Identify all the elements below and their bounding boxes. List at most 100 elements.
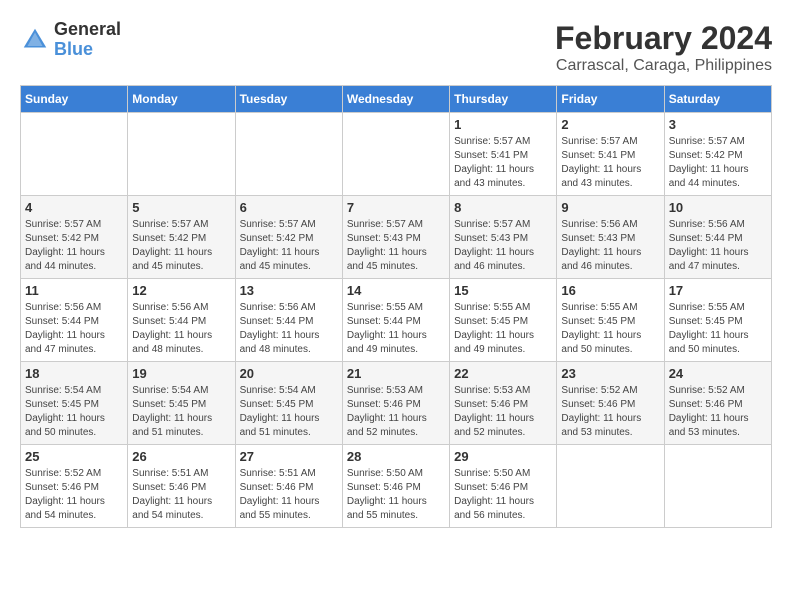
logo-line2: Blue <box>54 40 121 60</box>
calendar-cell: 6 Sunrise: 5:57 AM Sunset: 5:42 PM Daylig… <box>235 196 342 279</box>
day-number: 14 <box>347 283 445 298</box>
day-info: Sunrise: 5:55 AM Sunset: 5:44 PM Dayligh… <box>347 301 445 357</box>
day-info: Sunrise: 5:56 AM Sunset: 5:44 PM Dayligh… <box>669 218 767 274</box>
day-number: 16 <box>561 283 659 298</box>
weekday-header: Tuesday <box>235 86 342 113</box>
day-number: 1 <box>454 117 552 132</box>
calendar-cell: 7 Sunrise: 5:57 AM Sunset: 5:43 PM Daylig… <box>342 196 449 279</box>
day-number: 10 <box>669 200 767 215</box>
calendar-cell <box>342 113 449 196</box>
calendar-cell: 27 Sunrise: 5:51 AM Sunset: 5:46 PM Dayli… <box>235 445 342 528</box>
calendar-cell: 13 Sunrise: 5:56 AM Sunset: 5:44 PM Dayli… <box>235 279 342 362</box>
day-number: 17 <box>669 283 767 298</box>
day-info: Sunrise: 5:57 AM Sunset: 5:42 PM Dayligh… <box>240 218 338 274</box>
calendar-cell <box>21 113 128 196</box>
day-number: 12 <box>132 283 230 298</box>
subtitle: Carrascal, Caraga, Philippines <box>555 57 772 75</box>
calendar-cell: 1 Sunrise: 5:57 AM Sunset: 5:41 PM Daylig… <box>450 113 557 196</box>
day-info: Sunrise: 5:53 AM Sunset: 5:46 PM Dayligh… <box>454 384 552 440</box>
calendar-week-row: 25 Sunrise: 5:52 AM Sunset: 5:46 PM Dayli… <box>21 445 772 528</box>
day-info: Sunrise: 5:54 AM Sunset: 5:45 PM Dayligh… <box>240 384 338 440</box>
day-number: 15 <box>454 283 552 298</box>
title-block: February 2024 Carrascal, Caraga, Philipp… <box>555 20 772 75</box>
day-info: Sunrise: 5:54 AM Sunset: 5:45 PM Dayligh… <box>25 384 123 440</box>
day-number: 22 <box>454 366 552 381</box>
day-info: Sunrise: 5:56 AM Sunset: 5:44 PM Dayligh… <box>240 301 338 357</box>
day-number: 21 <box>347 366 445 381</box>
calendar-cell: 12 Sunrise: 5:56 AM Sunset: 5:44 PM Dayli… <box>128 279 235 362</box>
day-number: 27 <box>240 449 338 464</box>
calendar-cell <box>128 113 235 196</box>
calendar-cell: 21Sunrise: 5:53 AM Sunset: 5:46 PM Dayli… <box>342 362 449 445</box>
day-number: 4 <box>25 200 123 215</box>
calendar-cell: 19 Sunrise: 5:54 AM Sunset: 5:45 PM Dayli… <box>128 362 235 445</box>
calendar-week-row: 11 Sunrise: 5:56 AM Sunset: 5:44 PM Dayli… <box>21 279 772 362</box>
day-number: 20 <box>240 366 338 381</box>
weekday-header: Friday <box>557 86 664 113</box>
day-number: 25 <box>25 449 123 464</box>
calendar-week-row: 18Sunrise: 5:54 AM Sunset: 5:45 PM Dayli… <box>21 362 772 445</box>
calendar-cell: 2 Sunrise: 5:57 AM Sunset: 5:41 PM Daylig… <box>557 113 664 196</box>
day-info: Sunrise: 5:57 AM Sunset: 5:41 PM Dayligh… <box>561 135 659 191</box>
day-number: 7 <box>347 200 445 215</box>
calendar-cell: 5Sunrise: 5:57 AM Sunset: 5:42 PM Daylig… <box>128 196 235 279</box>
day-number: 8 <box>454 200 552 215</box>
calendar-cell <box>235 113 342 196</box>
weekday-header: Thursday <box>450 86 557 113</box>
weekday-header: Saturday <box>664 86 771 113</box>
day-number: 2 <box>561 117 659 132</box>
weekday-header: Wednesday <box>342 86 449 113</box>
calendar-cell: 22 Sunrise: 5:53 AM Sunset: 5:46 PM Dayli… <box>450 362 557 445</box>
day-info: Sunrise: 5:57 AM Sunset: 5:43 PM Dayligh… <box>347 218 445 274</box>
logo: General Blue <box>20 20 121 60</box>
calendar-cell: 20 Sunrise: 5:54 AM Sunset: 5:45 PM Dayli… <box>235 362 342 445</box>
day-info: Sunrise: 5:56 AM Sunset: 5:44 PM Dayligh… <box>132 301 230 357</box>
day-number: 28 <box>347 449 445 464</box>
day-info: Sunrise: 5:57 AM Sunset: 5:42 PM Dayligh… <box>25 218 123 274</box>
day-number: 19 <box>132 366 230 381</box>
day-info: Sunrise: 5:57 AM Sunset: 5:41 PM Dayligh… <box>454 135 552 191</box>
day-info: Sunrise: 5:55 AM Sunset: 5:45 PM Dayligh… <box>669 301 767 357</box>
calendar-cell: 11 Sunrise: 5:56 AM Sunset: 5:44 PM Dayli… <box>21 279 128 362</box>
calendar-cell: 24Sunrise: 5:52 AM Sunset: 5:46 PM Dayli… <box>664 362 771 445</box>
day-number: 3 <box>669 117 767 132</box>
calendar-cell: 28 Sunrise: 5:50 AM Sunset: 5:46 PM Dayli… <box>342 445 449 528</box>
calendar-cell <box>557 445 664 528</box>
calendar-cell: 15 Sunrise: 5:55 AM Sunset: 5:45 PM Dayli… <box>450 279 557 362</box>
day-info: Sunrise: 5:51 AM Sunset: 5:46 PM Dayligh… <box>240 467 338 523</box>
calendar-cell: 23 Sunrise: 5:52 AM Sunset: 5:46 PM Dayli… <box>557 362 664 445</box>
logo-line1: General <box>54 20 121 40</box>
day-info: Sunrise: 5:52 AM Sunset: 5:46 PM Dayligh… <box>561 384 659 440</box>
calendar-cell: 8 Sunrise: 5:57 AM Sunset: 5:43 PM Daylig… <box>450 196 557 279</box>
calendar-cell: 17 Sunrise: 5:55 AM Sunset: 5:45 PM Dayli… <box>664 279 771 362</box>
day-info: Sunrise: 5:57 AM Sunset: 5:42 PM Dayligh… <box>669 135 767 191</box>
day-number: 29 <box>454 449 552 464</box>
calendar-table: SundayMondayTuesdayWednesdayThursdayFrid… <box>20 85 772 528</box>
day-info: Sunrise: 5:56 AM Sunset: 5:44 PM Dayligh… <box>25 301 123 357</box>
calendar-cell: 25 Sunrise: 5:52 AM Sunset: 5:46 PM Dayli… <box>21 445 128 528</box>
day-number: 23 <box>561 366 659 381</box>
calendar-cell: 16 Sunrise: 5:55 AM Sunset: 5:45 PM Dayli… <box>557 279 664 362</box>
calendar-cell: 9Sunrise: 5:56 AM Sunset: 5:43 PM Daylig… <box>557 196 664 279</box>
day-number: 6 <box>240 200 338 215</box>
day-number: 11 <box>25 283 123 298</box>
day-number: 9 <box>561 200 659 215</box>
weekday-header: Monday <box>128 86 235 113</box>
page-header: General Blue February 2024 Carrascal, Ca… <box>20 20 772 75</box>
calendar-cell: 10 Sunrise: 5:56 AM Sunset: 5:44 PM Dayli… <box>664 196 771 279</box>
day-info: Sunrise: 5:50 AM Sunset: 5:46 PM Dayligh… <box>454 467 552 523</box>
day-info: Sunrise: 5:52 AM Sunset: 5:46 PM Dayligh… <box>25 467 123 523</box>
day-info: Sunrise: 5:57 AM Sunset: 5:43 PM Dayligh… <box>454 218 552 274</box>
day-number: 26 <box>132 449 230 464</box>
day-info: Sunrise: 5:55 AM Sunset: 5:45 PM Dayligh… <box>561 301 659 357</box>
day-info: Sunrise: 5:50 AM Sunset: 5:46 PM Dayligh… <box>347 467 445 523</box>
calendar-cell: 4 Sunrise: 5:57 AM Sunset: 5:42 PM Daylig… <box>21 196 128 279</box>
calendar-cell: 26Sunrise: 5:51 AM Sunset: 5:46 PM Dayli… <box>128 445 235 528</box>
day-info: Sunrise: 5:57 AM Sunset: 5:42 PM Dayligh… <box>132 218 230 274</box>
day-info: Sunrise: 5:54 AM Sunset: 5:45 PM Dayligh… <box>132 384 230 440</box>
calendar-cell: 29 Sunrise: 5:50 AM Sunset: 5:46 PM Dayli… <box>450 445 557 528</box>
calendar-header-row: SundayMondayTuesdayWednesdayThursdayFrid… <box>21 86 772 113</box>
day-info: Sunrise: 5:55 AM Sunset: 5:45 PM Dayligh… <box>454 301 552 357</box>
calendar-cell <box>664 445 771 528</box>
day-number: 13 <box>240 283 338 298</box>
